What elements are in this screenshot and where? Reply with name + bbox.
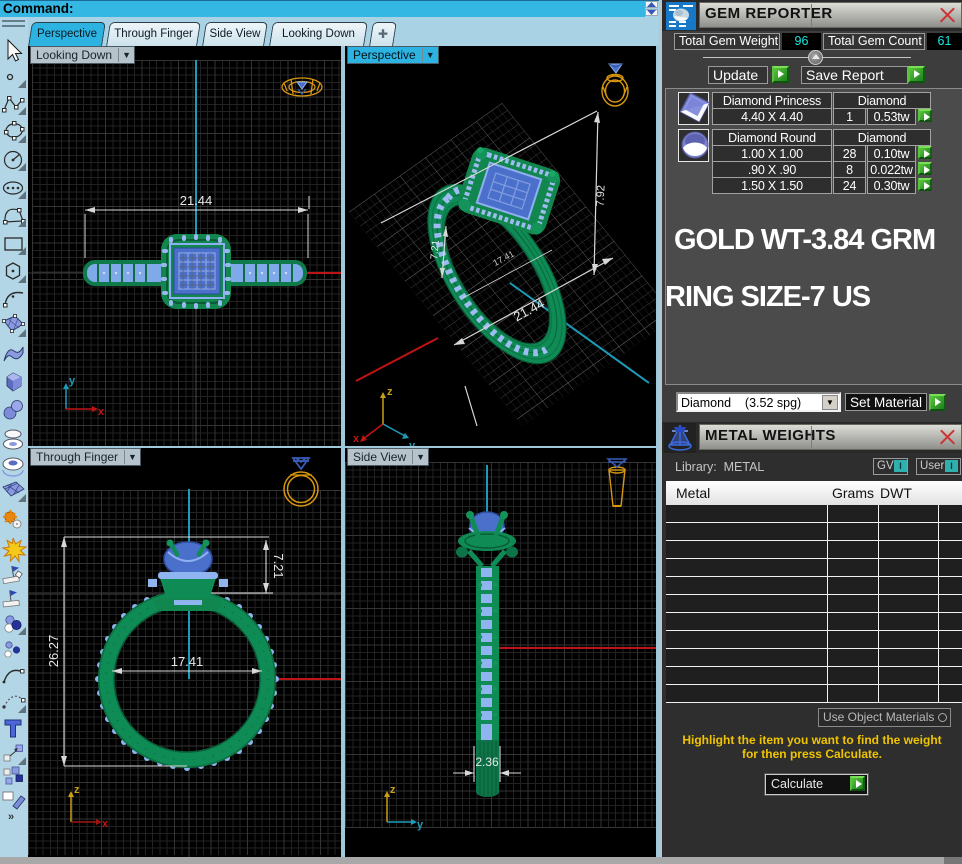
svg-text:7.21: 7.21	[271, 553, 286, 578]
svg-text:21.44: 21.44	[180, 193, 213, 208]
svg-text:x: x	[102, 818, 109, 830]
svg-text:x: x	[353, 433, 360, 445]
svg-text:7.21: 7.21	[429, 239, 442, 260]
svg-text:17.41: 17.41	[171, 654, 204, 669]
svg-text:y: y	[409, 440, 416, 446]
svg-text:x: x	[98, 406, 105, 418]
svg-text:7.92: 7.92	[594, 185, 607, 207]
svg-text:z: z	[390, 784, 396, 796]
svg-text:2.36: 2.36	[475, 755, 499, 769]
svg-text:»: »	[8, 811, 14, 823]
svg-text:y: y	[417, 819, 424, 831]
svg-text:26.27: 26.27	[46, 635, 61, 668]
svg-text:y: y	[69, 375, 76, 387]
svg-text:z: z	[74, 784, 80, 796]
svg-text:z: z	[387, 386, 393, 398]
